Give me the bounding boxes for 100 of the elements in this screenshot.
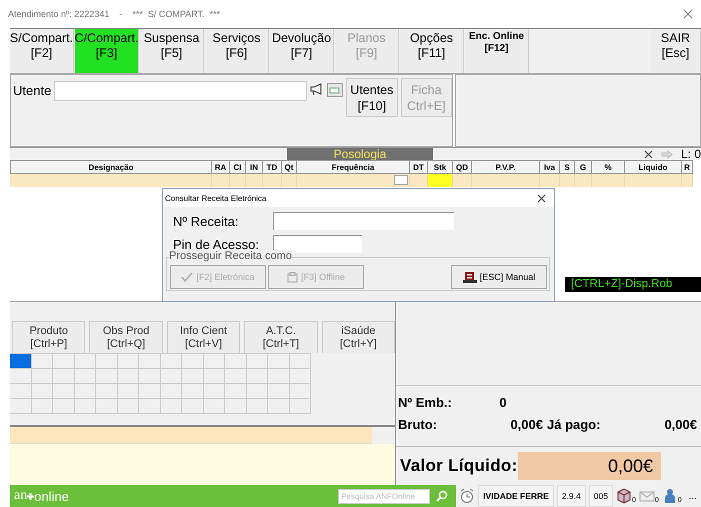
grid-cell[interactable]	[246, 354, 268, 369]
grid-cell[interactable]	[32, 369, 53, 384]
clipboard-icon	[287, 272, 298, 282]
grid-cell[interactable]	[53, 384, 74, 399]
grid-cell[interactable]	[246, 369, 268, 384]
total-value: 0	[498, 394, 508, 412]
grid-cell[interactable]	[225, 354, 246, 369]
grid-cell[interactable]	[118, 399, 139, 414]
posologia-header: Posologia	[287, 148, 433, 160]
info-tab[interactable]: Obs Prod [Ctrl+Q]	[89, 321, 163, 353]
grid-cell[interactable]	[96, 399, 118, 414]
line-count: L: 0	[680, 148, 701, 160]
grid-cell[interactable]	[182, 369, 204, 384]
clock-icon[interactable]	[459, 488, 476, 504]
grid-cell[interactable]	[290, 399, 311, 414]
search-icon[interactable]	[436, 490, 448, 502]
grid-cell[interactable]	[118, 369, 139, 384]
toolbar-button[interactable]: Suspensa [F5]	[140, 29, 204, 73]
grid-cell[interactable]	[290, 369, 311, 384]
grid-cell[interactable]	[32, 384, 53, 399]
table-cell	[592, 174, 625, 187]
grid-cell[interactable]	[160, 369, 182, 384]
search-field[interactable]: Pesquisa ANFOnline	[338, 488, 430, 504]
info-tab[interactable]: Produto [Ctrl+P]	[12, 321, 86, 353]
grid-cell[interactable]	[10, 354, 32, 369]
grid-cell[interactable]	[268, 384, 290, 399]
dialog-button[interactable]: [ESC] Manual	[451, 265, 547, 289]
grid-cell[interactable]	[225, 384, 246, 399]
column-header: DT	[410, 160, 428, 174]
box-icon[interactable]	[616, 488, 632, 504]
toolbar-button[interactable]: Enc. Online [F12]	[465, 29, 529, 73]
toolbar-button[interactable]: C/Compart. [F3]	[75, 29, 139, 73]
grid-cell[interactable]	[204, 369, 225, 384]
grid-cell[interactable]	[290, 354, 311, 369]
megaphone-icon[interactable]	[310, 83, 324, 95]
grid-cell[interactable]	[74, 369, 96, 384]
grid-cell[interactable]	[182, 384, 204, 399]
patient-field[interactable]	[54, 81, 308, 101]
table-cell	[625, 174, 682, 187]
grid-cell[interactable]	[74, 399, 96, 414]
grid-cell[interactable]	[182, 354, 204, 369]
close-icon[interactable]	[644, 150, 653, 158]
info-tab[interactable]: Info Cient [Ctrl+V]	[166, 321, 240, 353]
grid-cell[interactable]	[139, 369, 160, 384]
grid-cell[interactable]	[268, 399, 290, 414]
patient-button[interactable]: Utentes [F10]	[346, 78, 398, 117]
column-header: Iva	[540, 160, 560, 174]
grid-cell[interactable]	[118, 354, 139, 369]
info-tab[interactable]: iSaúde [Ctrl+Y]	[322, 321, 396, 353]
grid-cell[interactable]	[225, 369, 246, 384]
info-tab[interactable]: A.T.C. [Ctrl+T]	[244, 321, 318, 353]
grid-cell[interactable]	[96, 369, 118, 384]
grid-cell[interactable]	[118, 384, 139, 399]
grid-cell[interactable]	[10, 369, 32, 384]
grid-cell[interactable]	[268, 369, 290, 384]
grid-cell[interactable]	[246, 399, 268, 414]
grid-cell[interactable]	[246, 384, 268, 399]
grid-cell[interactable]	[10, 384, 32, 399]
grid-cell[interactable]	[53, 399, 74, 414]
grid-cell[interactable]	[96, 384, 118, 399]
grid-cell[interactable]	[139, 354, 160, 369]
total-label: Já pago:	[547, 416, 602, 434]
arrow-icon[interactable]	[660, 150, 673, 158]
grid-cell[interactable]	[32, 354, 53, 369]
grid-cell[interactable]	[139, 399, 160, 414]
net-value: 0,00€	[518, 452, 661, 480]
table-cell	[246, 174, 263, 187]
column-header: RA	[212, 160, 230, 174]
close-icon[interactable]	[537, 194, 546, 202]
table-cell	[453, 174, 472, 187]
toolbar-button[interactable]: Opções [F11]	[400, 29, 464, 73]
grid-cell[interactable]	[74, 354, 96, 369]
grid-cell[interactable]	[204, 384, 225, 399]
grid-cell[interactable]	[160, 354, 182, 369]
prescription-field[interactable]	[273, 212, 454, 230]
table-cell	[212, 174, 230, 187]
toolbar-button[interactable]: Serviços [F6]	[205, 29, 269, 73]
field-label: Pin de Acesso:	[173, 236, 259, 252]
pin-field[interactable]	[273, 235, 362, 253]
grid-cell[interactable]	[53, 354, 74, 369]
grid-cell[interactable]	[10, 399, 32, 414]
exit-button[interactable]: SAIR [Esc]	[651, 29, 701, 73]
toolbar-button[interactable]: Devolução [F7]	[270, 29, 334, 73]
grid-cell[interactable]	[32, 399, 53, 414]
grid-cell[interactable]	[268, 354, 290, 369]
grid-cell[interactable]	[204, 354, 225, 369]
column-header: QD	[453, 160, 472, 174]
ellipsis-button[interactable]	[394, 175, 408, 185]
grid-cell[interactable]	[225, 399, 246, 414]
grid-cell[interactable]	[182, 399, 204, 414]
grid-cell[interactable]	[53, 369, 74, 384]
status-cell: 2.9.4	[556, 485, 586, 507]
grid-cell[interactable]	[139, 384, 160, 399]
grid-cell[interactable]	[160, 384, 182, 399]
grid-cell[interactable]	[160, 399, 182, 414]
grid-cell[interactable]	[96, 354, 118, 369]
grid-cell[interactable]	[290, 384, 311, 399]
grid-cell[interactable]	[204, 399, 225, 414]
grid-cell[interactable]	[74, 384, 96, 399]
toolbar-button[interactable]: S/Compart. [F2]	[10, 29, 74, 73]
